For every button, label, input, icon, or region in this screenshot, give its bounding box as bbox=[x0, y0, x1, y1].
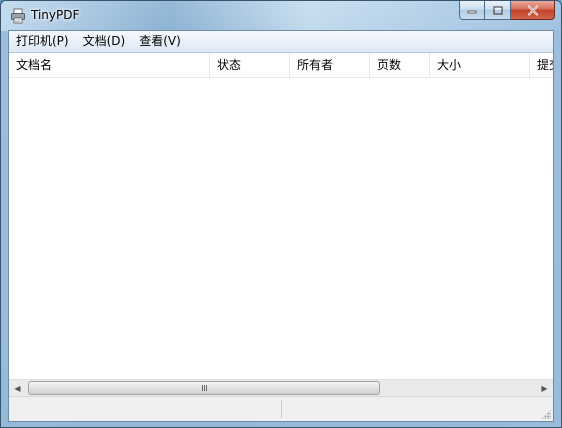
caption-buttons bbox=[459, 1, 555, 21]
minimize-button[interactable] bbox=[459, 1, 485, 20]
menu-view[interactable]: 查看(V) bbox=[132, 31, 188, 52]
scrollbar-thumb[interactable] bbox=[28, 381, 380, 395]
minimize-icon bbox=[467, 10, 477, 14]
client-area: 打印机(P) 文档(D) 查看(V) 文档名 状态 所有者 页数 大小 提交 ◀… bbox=[8, 30, 554, 422]
arrow-right-icon: ▶ bbox=[541, 384, 548, 393]
column-header-submitted[interactable]: 提交 bbox=[530, 53, 553, 77]
document-list[interactable]: 文档名 状态 所有者 页数 大小 提交 bbox=[9, 53, 553, 378]
window-title: TinyPDF bbox=[31, 8, 80, 22]
list-header: 文档名 状态 所有者 页数 大小 提交 bbox=[9, 53, 553, 78]
scroll-right-button[interactable]: ▶ bbox=[536, 380, 553, 397]
column-header-status[interactable]: 状态 bbox=[210, 53, 290, 77]
maximize-icon bbox=[493, 6, 502, 14]
status-pane-main bbox=[9, 400, 282, 418]
column-header-size[interactable]: 大小 bbox=[430, 53, 530, 77]
horizontal-scrollbar[interactable]: ◀ ▶ bbox=[9, 379, 553, 397]
title-bar[interactable]: TinyPDF bbox=[1, 1, 561, 31]
close-icon bbox=[527, 4, 538, 16]
grip-icon bbox=[201, 385, 207, 391]
maximize-button[interactable] bbox=[485, 1, 511, 20]
column-header-document-name[interactable]: 文档名 bbox=[9, 53, 210, 77]
status-bar bbox=[9, 396, 553, 421]
menu-printer[interactable]: 打印机(P) bbox=[9, 31, 76, 52]
scroll-left-button[interactable]: ◀ bbox=[9, 380, 26, 397]
column-header-owner[interactable]: 所有者 bbox=[290, 53, 370, 77]
resize-grip-icon[interactable] bbox=[541, 409, 551, 419]
menu-document[interactable]: 文档(D) bbox=[76, 31, 133, 52]
tinypdf-window: TinyPDF 打印机(P) 文档(D) 查看(V) 文档名 状态 所有者 页数… bbox=[0, 0, 562, 428]
arrow-left-icon: ◀ bbox=[14, 384, 21, 393]
printer-icon bbox=[11, 8, 25, 24]
column-header-pages[interactable]: 页数 bbox=[370, 53, 430, 77]
menu-bar: 打印机(P) 文档(D) 查看(V) bbox=[9, 31, 553, 53]
close-button[interactable] bbox=[511, 1, 555, 20]
